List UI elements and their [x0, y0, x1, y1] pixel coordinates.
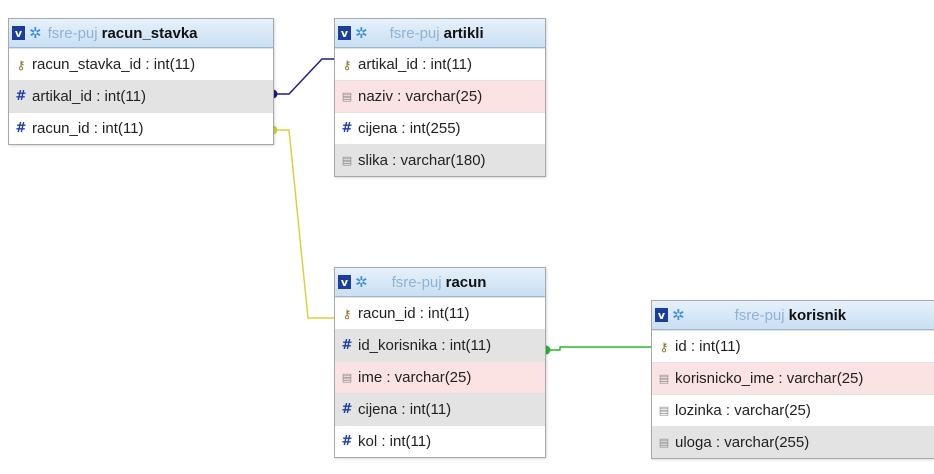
numeric-hash-icon: #	[341, 121, 353, 136]
text-field-icon: ▤	[341, 371, 353, 384]
table-header[interactable]: v ✲ fsre-puj racun	[335, 268, 545, 297]
column-label: racun_id : int(11)	[32, 120, 144, 137]
table-header[interactable]: v ✲ fsre-puj korisnik	[652, 301, 934, 330]
gear-icon[interactable]: ✲	[29, 24, 42, 42]
table-header[interactable]: v ✲ fsre-puj racun_stavka	[9, 19, 273, 48]
database-name: fsre-puj	[389, 24, 440, 42]
relation-id-korisnika	[541, 345, 651, 355]
column-label: slika : varchar(180)	[358, 152, 486, 169]
column-row[interactable]: ⚷ artikal_id : int(11)	[335, 48, 545, 80]
numeric-hash-icon: #	[341, 338, 353, 353]
text-field-icon: ▤	[658, 404, 670, 417]
column-row[interactable]: ▤ korisnicko_ime : varchar(25)	[652, 362, 934, 394]
column-label: naziv : varchar(25)	[358, 88, 483, 105]
column-row[interactable]: ⚷ id : int(11)	[652, 330, 934, 362]
table-name[interactable]: artikli	[444, 25, 484, 42]
gear-icon[interactable]: ✲	[672, 306, 685, 324]
primary-key-icon: ⚷	[16, 57, 26, 72]
numeric-hash-icon: #	[341, 402, 353, 417]
text-field-icon: ▤	[658, 372, 670, 385]
table-artikli[interactable]: v ✲ fsre-puj artikli ⚷ artikal_id : int(…	[334, 18, 546, 177]
table-name[interactable]: korisnik	[789, 307, 847, 324]
numeric-hash-icon: #	[341, 434, 353, 449]
column-label: cijena : int(255)	[358, 120, 461, 137]
text-field-icon: ▤	[658, 436, 670, 449]
column-row[interactable]: ⚷ racun_stavka_id : int(11)	[9, 48, 273, 80]
column-label: cijena : int(11)	[358, 401, 452, 418]
table-racun[interactable]: v ✲ fsre-puj racun ⚷ racun_id : int(11) …	[334, 267, 546, 458]
column-label: id_korisnika : int(11)	[358, 337, 492, 354]
database-name: fsre-puj	[47, 24, 98, 42]
primary-key-icon: ⚷	[342, 306, 352, 321]
collapse-button[interactable]: v	[338, 26, 351, 40]
column-label: artikal_id : int(11)	[32, 88, 146, 105]
column-row[interactable]: # racun_id : int(11)	[9, 112, 273, 144]
collapse-button[interactable]: v	[655, 308, 668, 322]
column-row[interactable]: ▤ ime : varchar(25)	[335, 361, 545, 393]
column-label: uloga : varchar(255)	[675, 434, 810, 451]
column-row[interactable]: # id_korisnika : int(11)	[335, 329, 545, 361]
table-header[interactable]: v ✲ fsre-puj artikli	[335, 19, 545, 48]
column-row[interactable]: # artikal_id : int(11)	[9, 80, 273, 112]
database-name: fsre-puj	[391, 273, 442, 291]
column-label: korisnicko_ime : varchar(25)	[675, 370, 864, 387]
database-name: fsre-puj	[734, 306, 785, 324]
column-row[interactable]: # cijena : int(11)	[335, 393, 545, 425]
column-label: racun_stavka_id : int(11)	[32, 56, 196, 73]
table-racun-stavka[interactable]: v ✲ fsre-puj racun_stavka ⚷ racun_stavka…	[8, 18, 274, 145]
collapse-button[interactable]: v	[12, 26, 25, 40]
column-label: ime : varchar(25)	[358, 369, 472, 386]
primary-key-icon: ⚷	[659, 339, 669, 354]
text-field-icon: ▤	[341, 154, 353, 167]
text-field-icon: ▤	[341, 90, 353, 103]
column-row[interactable]: ⚷ racun_id : int(11)	[335, 297, 545, 329]
column-label: kol : int(11)	[358, 433, 432, 450]
column-row[interactable]: # kol : int(11)	[335, 425, 545, 457]
column-label: artikal_id : int(11)	[358, 56, 472, 73]
column-row[interactable]: ▤ naziv : varchar(25)	[335, 80, 545, 112]
table-name[interactable]: racun	[446, 274, 487, 291]
table-name[interactable]: racun_stavka	[102, 25, 198, 42]
column-label: id : int(11)	[675, 338, 741, 355]
collapse-button[interactable]: v	[338, 275, 351, 289]
column-label: racun_id : int(11)	[358, 305, 470, 322]
relation-racun-id	[268, 125, 334, 319]
relation-artikal-id	[268, 58, 334, 99]
table-korisnik[interactable]: v ✲ fsre-puj korisnik ⚷ id : int(11) ▤ k…	[651, 300, 934, 459]
column-row[interactable]: ▤ uloga : varchar(255)	[652, 426, 934, 458]
column-row[interactable]: # cijena : int(255)	[335, 112, 545, 144]
numeric-hash-icon: #	[15, 89, 27, 104]
gear-icon[interactable]: ✲	[355, 24, 368, 42]
gear-icon[interactable]: ✲	[355, 273, 368, 291]
column-row[interactable]: ▤ lozinka : varchar(25)	[652, 394, 934, 426]
numeric-hash-icon: #	[15, 121, 27, 136]
primary-key-icon: ⚷	[342, 57, 352, 72]
column-row[interactable]: ▤ slika : varchar(180)	[335, 144, 545, 176]
column-label: lozinka : varchar(25)	[675, 402, 811, 419]
